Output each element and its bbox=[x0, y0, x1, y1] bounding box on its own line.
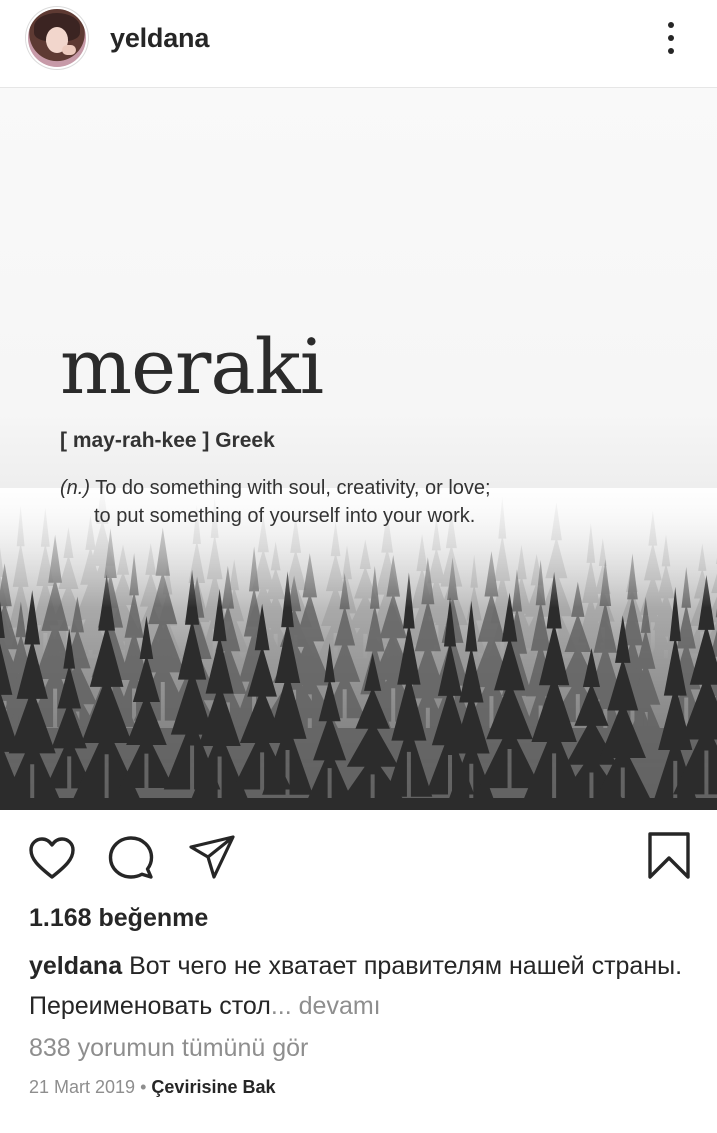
heart-icon[interactable] bbox=[28, 836, 76, 880]
send-icon[interactable] bbox=[188, 834, 236, 880]
more-link[interactable]: devamı bbox=[299, 992, 381, 1020]
bookmark-icon[interactable] bbox=[647, 831, 691, 881]
meta-separator: • bbox=[140, 1077, 147, 1097]
definition-line-2: to put something of yourself into your w… bbox=[94, 505, 476, 527]
view-comments-link[interactable]: 838 yorumun tümünü gör bbox=[29, 1034, 308, 1063]
action-bar bbox=[0, 810, 717, 900]
post-username[interactable]: yeldana bbox=[110, 23, 209, 54]
post-date: 21 Mart 2019 bbox=[29, 1077, 136, 1097]
comment-icon[interactable] bbox=[107, 835, 155, 881]
translate-link[interactable]: Çevirisine Bak bbox=[151, 1077, 275, 1097]
part-of-speech: (n.) bbox=[60, 477, 90, 499]
more-dot bbox=[668, 22, 674, 28]
avatar[interactable] bbox=[28, 9, 86, 67]
definition-line-1: To do something with soul, creativity, o… bbox=[95, 477, 491, 499]
caption: yeldana Вот чего не хватает правителям н… bbox=[29, 946, 689, 1026]
pronunciation: [ may-rah-kee ] Greek bbox=[60, 429, 275, 452]
post-image[interactable]: meraki [ may-rah-kee ] Greek (n.) To do … bbox=[0, 88, 717, 810]
more-vertical-icon[interactable] bbox=[656, 18, 686, 58]
like-count[interactable]: 1.168 beğenme bbox=[29, 904, 208, 933]
definition: (n.) To do something with soul, creativi… bbox=[60, 474, 580, 530]
more-dot bbox=[668, 35, 674, 41]
more-dot bbox=[668, 48, 674, 54]
avatar-hand bbox=[62, 45, 76, 55]
dictionary-word: meraki bbox=[60, 322, 324, 411]
post-meta: 21 Mart 2019 • Çevirisine Bak bbox=[29, 1077, 276, 1098]
post-header: yeldana bbox=[0, 0, 717, 88]
caption-ellipsis: ... bbox=[270, 992, 292, 1020]
caption-username[interactable]: yeldana bbox=[29, 952, 122, 980]
